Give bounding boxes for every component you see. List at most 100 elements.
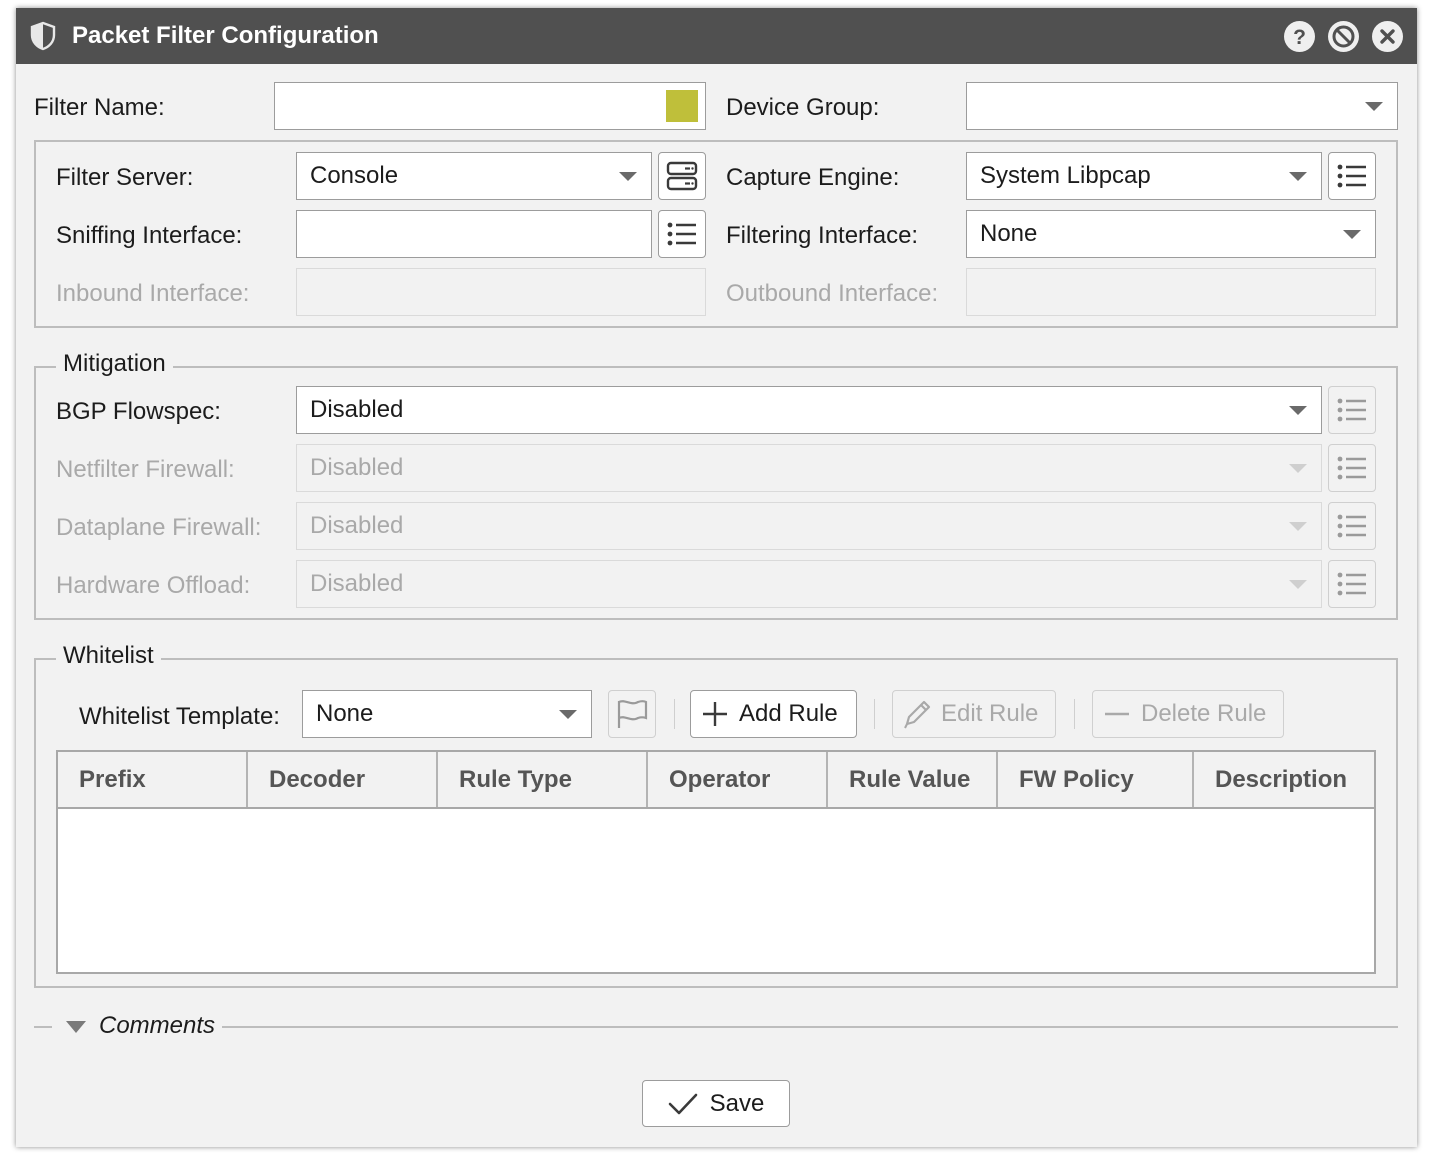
server-manage-button[interactable] [658, 152, 706, 200]
list-icon [1337, 572, 1366, 596]
sniffing-interface-label: Sniffing Interface: [56, 222, 243, 249]
column-header-operator[interactable]: Operator [648, 752, 828, 807]
netfilter-firewall-label: Netfilter Firewall: [56, 456, 235, 483]
server-icon [666, 161, 698, 191]
title-bar[interactable]: Packet Filter Configuration ? [16, 8, 1417, 64]
filter-server-label: Filter Server: [56, 164, 194, 191]
edit-rule-button[interactable]: Edit Rule [892, 690, 1056, 738]
add-rule-label: Add Rule [739, 700, 838, 727]
list-icon [1337, 164, 1366, 188]
list-icon [667, 222, 696, 246]
list-icon [1337, 398, 1366, 422]
outbound-interface-input [966, 268, 1376, 316]
column-header-prefix[interactable]: Prefix [58, 752, 248, 807]
filter-color-swatch[interactable] [666, 90, 698, 122]
filter-name-label: Filter Name: [34, 94, 165, 121]
toolbar-separator [874, 699, 875, 729]
hardware-offload-label: Hardware Offload: [56, 572, 251, 599]
packet-filter-dialog: Packet Filter Configuration ? Filter Nam… [16, 8, 1417, 1147]
help-button[interactable]: ? [1284, 21, 1315, 52]
capture-engine-select[interactable]: System Libpcap [966, 152, 1322, 200]
dataplane-firewall-label: Dataplane Firewall: [56, 514, 262, 541]
add-rule-button[interactable]: Add Rule [690, 690, 857, 738]
sniffing-interface-input[interactable] [296, 210, 652, 258]
chevron-down-icon [559, 710, 577, 719]
chevron-down-icon [1289, 464, 1307, 473]
whitelist-table[interactable]: Prefix Decoder Rule Type Operator Rule V… [56, 750, 1376, 974]
netfilter-firewall-select: Disabled [296, 444, 1322, 492]
comments-divider-right [222, 1026, 1398, 1028]
outbound-interface-label: Outbound Interface: [726, 280, 939, 307]
chevron-down-icon [619, 172, 637, 181]
minus-icon [1093, 700, 1141, 728]
comments-label[interactable]: Comments [99, 1012, 215, 1040]
chevron-down-icon [1289, 522, 1307, 531]
device-group-select[interactable] [966, 82, 1398, 130]
comments-toggle-icon[interactable] [66, 1020, 86, 1039]
delete-rule-button[interactable]: Delete Rule [1092, 690, 1284, 738]
dataplane-firewall-select: Disabled [296, 502, 1322, 550]
bgp-flowspec-label: BGP Flowspec: [56, 398, 221, 425]
capture-engine-list-button[interactable] [1328, 152, 1376, 200]
whitelist-legend: Whitelist [56, 642, 161, 670]
delete-rule-label: Delete Rule [1141, 700, 1267, 727]
filter-server-select[interactable]: Console [296, 152, 652, 200]
save-label: Save [709, 1089, 765, 1117]
block-icon [1332, 25, 1355, 48]
triangle-down-icon [66, 1021, 86, 1033]
filtering-interface-select[interactable]: None [966, 210, 1376, 258]
bgp-flowspec-value: Disabled [310, 396, 404, 423]
window-title: Packet Filter Configuration [72, 22, 379, 49]
list-icon [1337, 514, 1366, 538]
filter-server-value: Console [310, 162, 399, 189]
mitigation-legend: Mitigation [56, 350, 173, 378]
hardware-offload-list-button[interactable] [1328, 560, 1376, 608]
svg-text:?: ? [1293, 26, 1306, 49]
template-flag-button[interactable] [608, 690, 656, 738]
filter-name-input[interactable] [274, 82, 706, 130]
close-icon [1380, 29, 1395, 44]
toolbar-separator [1074, 699, 1075, 729]
chevron-down-icon [1289, 172, 1307, 181]
list-icon [1337, 456, 1366, 480]
chevron-down-icon [1365, 102, 1383, 111]
netfilter-firewall-list-button[interactable] [1328, 444, 1376, 492]
column-header-fw-policy[interactable]: FW Policy [998, 752, 1194, 807]
comments-divider-left [34, 1026, 52, 1028]
flag-icon [617, 700, 648, 728]
edit-rule-label: Edit Rule [941, 700, 1039, 727]
chevron-down-icon [1343, 230, 1361, 239]
column-header-rule-value[interactable]: Rule Value [828, 752, 998, 807]
column-header-decoder[interactable]: Decoder [248, 752, 438, 807]
filtering-interface-label: Filtering Interface: [726, 222, 919, 249]
toolbar-separator [674, 699, 675, 729]
disable-button[interactable] [1328, 21, 1359, 52]
help-icon: ? [1293, 26, 1306, 49]
pencil-icon [893, 698, 941, 730]
dataplane-firewall-value: Disabled [310, 512, 404, 539]
table-header: Prefix Decoder Rule Type Operator Rule V… [58, 752, 1374, 809]
chevron-down-icon [1289, 406, 1307, 415]
capture-engine-value: System Libpcap [980, 162, 1151, 189]
dataplane-firewall-list-button[interactable] [1328, 502, 1376, 550]
bgp-flowspec-select[interactable]: Disabled [296, 386, 1322, 434]
capture-engine-label: Capture Engine: [726, 164, 900, 191]
bgp-flowspec-list-button[interactable] [1328, 386, 1376, 434]
column-header-description[interactable]: Description [1194, 752, 1374, 807]
hardware-offload-select: Disabled [296, 560, 1322, 608]
table-body[interactable] [58, 809, 1374, 972]
close-button[interactable] [1372, 21, 1403, 52]
column-header-rule-type[interactable]: Rule Type [438, 752, 648, 807]
chevron-down-icon [1289, 580, 1307, 589]
inbound-interface-label: Inbound Interface: [56, 280, 250, 307]
device-group-label: Device Group: [726, 94, 880, 121]
netfilter-firewall-value: Disabled [310, 454, 404, 481]
save-button[interactable]: Save [642, 1080, 790, 1127]
whitelist-template-label: Whitelist Template: [79, 703, 280, 730]
sniffing-interface-list-button[interactable] [658, 210, 706, 258]
plus-icon [691, 700, 739, 728]
whitelist-template-value: None [316, 700, 374, 727]
whitelist-template-select[interactable]: None [302, 690, 592, 738]
checkmark-icon [668, 1092, 698, 1116]
inbound-interface-input [296, 268, 706, 316]
